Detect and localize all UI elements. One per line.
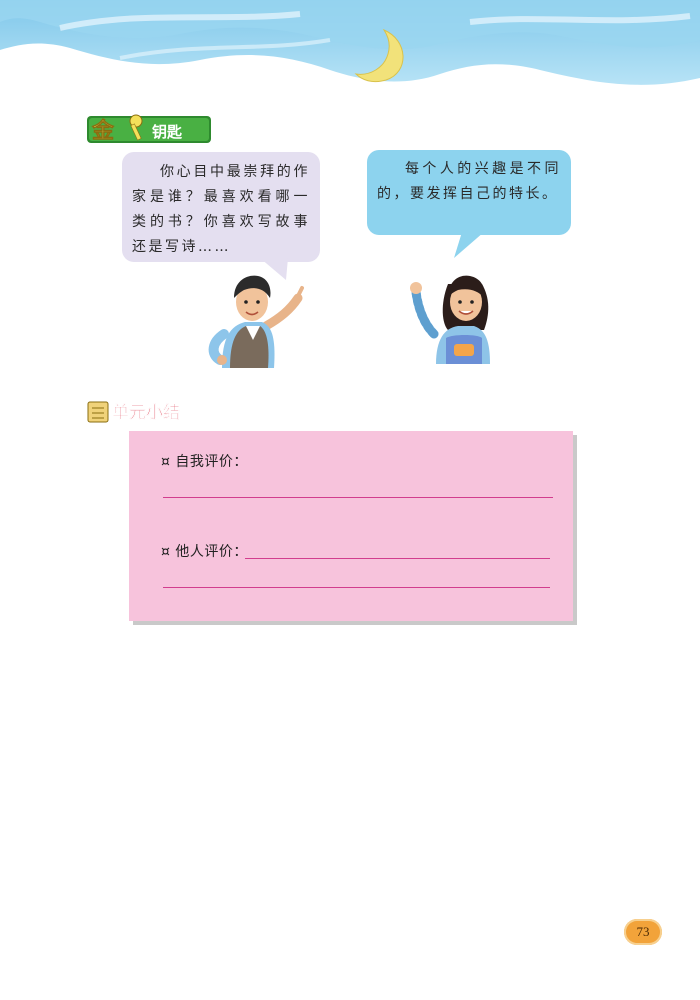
other-evaluation-label: ¤ 他人评价： bbox=[161, 544, 248, 560]
svg-text:金: 金 bbox=[91, 118, 115, 144]
boy-illustration bbox=[208, 275, 304, 368]
unit-summary-title: 单元小结 bbox=[112, 402, 180, 423]
self-evaluation-label: ¤ 自我评价： bbox=[161, 454, 248, 470]
golden-key-badge: 金 钥匙 bbox=[87, 114, 211, 144]
evaluation-box: ¤ 自我评价： ¤ 他人评价： bbox=[129, 431, 573, 621]
unit-summary-badge: 单元小结 bbox=[87, 401, 180, 423]
page-number: 73 bbox=[624, 919, 662, 945]
speech-bubble-left: 你心目中最崇拜的作家是谁？最喜欢看哪一类的书？你喜欢写故事还是写诗…… bbox=[122, 152, 320, 262]
svg-text:钥匙: 钥匙 bbox=[152, 123, 183, 141]
other-evaluation-line-1[interactable] bbox=[245, 558, 550, 559]
sky-banner bbox=[0, 0, 700, 85]
other-evaluation-line-2[interactable] bbox=[163, 587, 550, 588]
notebook-icon bbox=[87, 401, 109, 423]
speech-bubble-right-tail bbox=[454, 232, 484, 258]
girl-illustration bbox=[410, 275, 490, 364]
self-evaluation-line[interactable] bbox=[163, 497, 553, 498]
speech-bubble-right: 每个人的兴趣是不同的，要发挥自己的特长。 bbox=[367, 150, 571, 235]
